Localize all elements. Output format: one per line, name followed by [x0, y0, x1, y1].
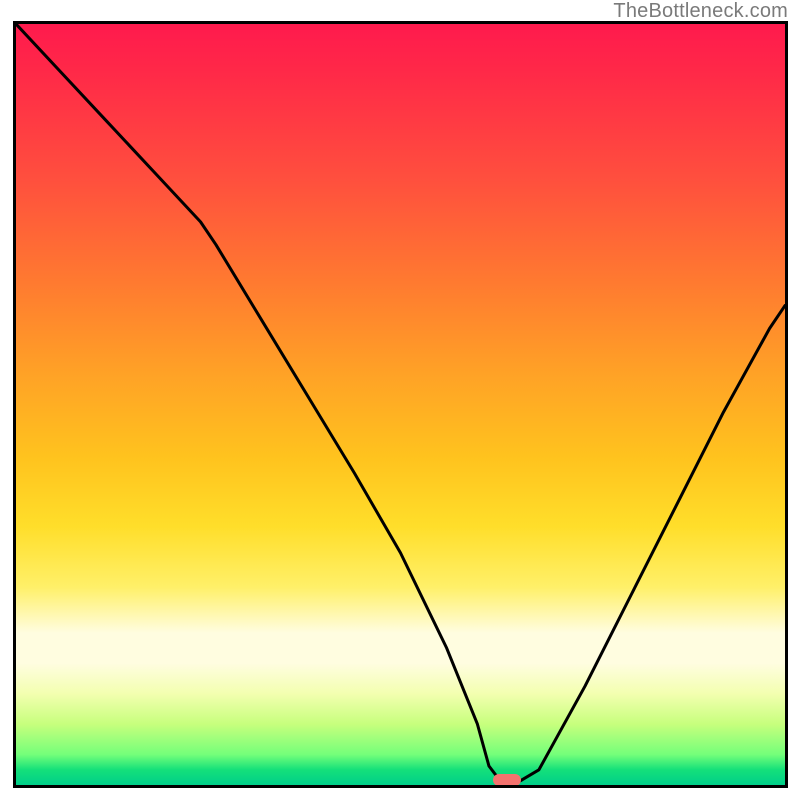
plot-area	[13, 21, 788, 788]
watermark-text: TheBottleneck.com	[613, 0, 788, 23]
optimal-point-marker	[493, 774, 521, 786]
bottleneck-chart: TheBottleneck.com	[0, 0, 800, 800]
bottleneck-curve	[16, 24, 785, 785]
